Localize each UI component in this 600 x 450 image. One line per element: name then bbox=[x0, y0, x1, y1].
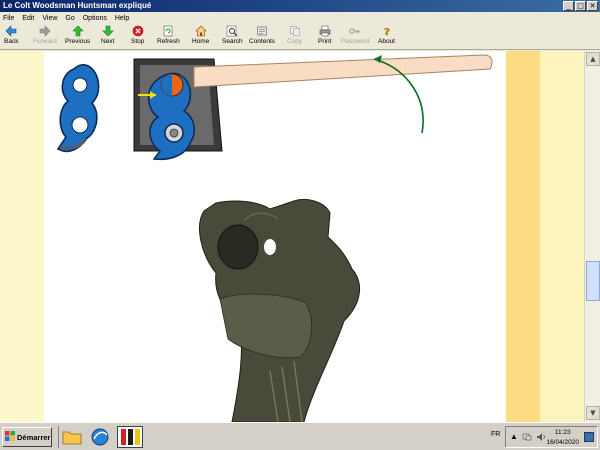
document-page bbox=[44, 51, 506, 422]
sear-diagram-icon bbox=[56, 64, 100, 153]
menu-file[interactable]: File bbox=[3, 15, 14, 22]
menu-options[interactable]: Options bbox=[83, 15, 107, 22]
page-right-band bbox=[506, 51, 540, 422]
browser-icon[interactable] bbox=[90, 427, 110, 450]
stop-button[interactable]: Stop bbox=[131, 25, 144, 49]
vertical-scrollbar[interactable]: ▲ ▼ bbox=[584, 51, 600, 422]
page-left-margin bbox=[0, 51, 44, 422]
clock-date: 16/04/2020 bbox=[546, 439, 579, 446]
search-button[interactable]: Search bbox=[222, 25, 243, 49]
show-desktop-icon[interactable] bbox=[584, 432, 594, 442]
scroll-down-icon[interactable]: ▼ bbox=[586, 406, 600, 420]
menu-bar: File Edit View Go Options Help bbox=[0, 12, 600, 24]
taskbar-separator bbox=[58, 426, 59, 448]
taskbar: Démarrer FR ▲ 11:23 16/04/2020 bbox=[0, 422, 600, 450]
folder-icon[interactable] bbox=[62, 428, 82, 449]
start-button[interactable]: Démarrer bbox=[2, 427, 52, 447]
scroll-thumb[interactable] bbox=[586, 261, 600, 301]
scroll-up-icon[interactable]: ▲ bbox=[586, 52, 600, 66]
menu-view[interactable]: View bbox=[42, 15, 57, 22]
window-title: Le Colt Woodsman Huntsman expliqué bbox=[3, 1, 152, 10]
search-icon bbox=[226, 25, 238, 37]
copy-icon bbox=[289, 25, 301, 37]
home-button[interactable]: Home bbox=[192, 25, 209, 49]
back-button[interactable]: Back bbox=[4, 25, 18, 49]
print-button[interactable]: Print bbox=[318, 25, 331, 49]
content-viewer: ▲ ▼ bbox=[0, 51, 600, 422]
forward-button[interactable]: Forward bbox=[33, 25, 57, 49]
back-arrow-icon bbox=[5, 25, 17, 37]
page-illustration bbox=[56, 54, 493, 422]
maximize-button[interactable]: □ bbox=[575, 1, 586, 11]
part-photo-icon bbox=[199, 199, 360, 422]
help-app-icon[interactable] bbox=[117, 426, 143, 450]
refresh-button[interactable]: Refresh bbox=[157, 25, 180, 49]
down-arrow-icon bbox=[101, 25, 114, 37]
clock-time: 11:23 bbox=[554, 429, 571, 436]
refresh-icon bbox=[162, 25, 174, 37]
window-controls: _ □ ✕ bbox=[563, 1, 598, 11]
previous-button[interactable]: Previous bbox=[65, 25, 90, 49]
home-icon bbox=[194, 25, 207, 37]
page-right-margin bbox=[540, 51, 584, 422]
tray-expand-icon[interactable]: ▲ bbox=[510, 432, 518, 441]
stop-icon bbox=[132, 25, 144, 37]
hammer-diagram-icon bbox=[133, 54, 493, 161]
password-button[interactable]: Password bbox=[341, 25, 370, 49]
menu-edit[interactable]: Edit bbox=[22, 15, 34, 22]
title-bar: Le Colt Woodsman Huntsman expliqué _ □ ✕ bbox=[0, 0, 600, 12]
key-icon bbox=[349, 25, 361, 37]
copy-button[interactable]: Copy bbox=[287, 25, 302, 49]
next-button[interactable]: Next bbox=[101, 25, 114, 49]
forward-arrow-icon bbox=[39, 25, 51, 37]
toolbar: Back Forward Previous Next Stop Refresh bbox=[0, 24, 600, 50]
contents-button[interactable]: Contents bbox=[249, 25, 275, 49]
question-mark-icon: ? bbox=[381, 25, 393, 37]
volume-icon[interactable] bbox=[536, 432, 546, 445]
svg-text:?: ? bbox=[384, 27, 390, 37]
close-button[interactable]: ✕ bbox=[587, 1, 598, 11]
network-icon[interactable] bbox=[522, 432, 532, 445]
menu-help[interactable]: Help bbox=[115, 15, 129, 22]
system-tray: ▲ 11:23 16/04/2020 bbox=[505, 426, 598, 448]
printer-icon bbox=[319, 25, 331, 37]
contents-icon bbox=[256, 25, 268, 37]
menu-go[interactable]: Go bbox=[65, 15, 74, 22]
about-button[interactable]: ? About bbox=[378, 25, 395, 49]
language-indicator[interactable]: FR bbox=[491, 431, 500, 438]
minimize-button[interactable]: _ bbox=[563, 1, 574, 11]
up-arrow-icon bbox=[71, 25, 84, 37]
clock[interactable]: 11:23 16/04/2020 bbox=[546, 428, 579, 448]
windows-logo-icon bbox=[5, 430, 15, 444]
